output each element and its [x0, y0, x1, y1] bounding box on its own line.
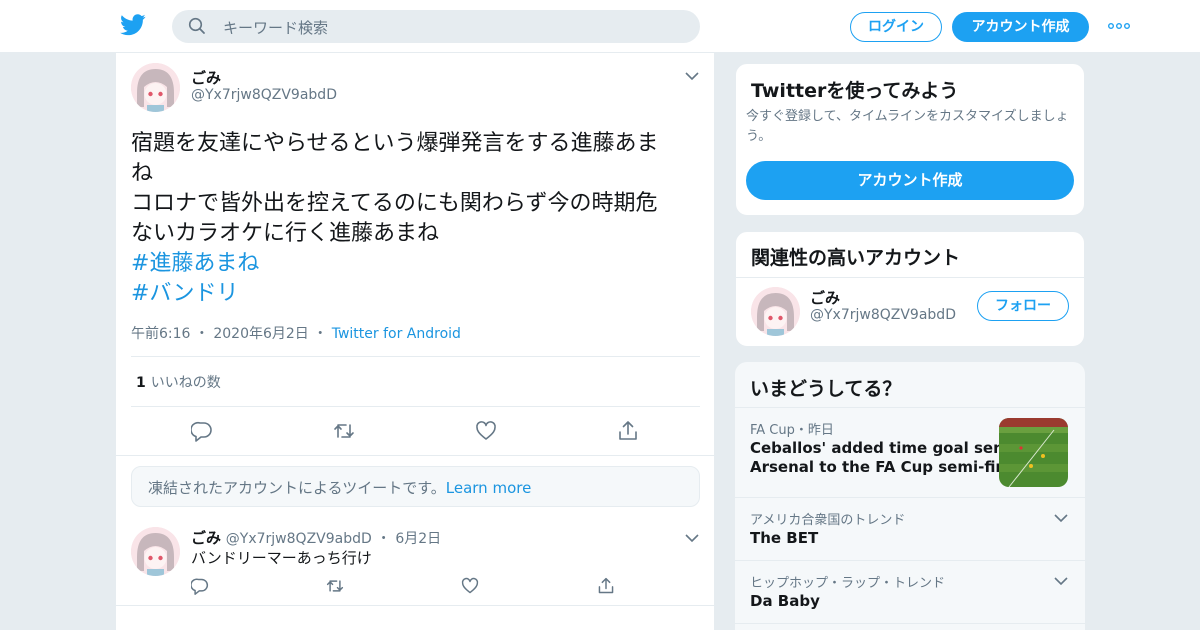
tweet-timestamp: 午前6:16 ・ 2020年6月2日 ・ Twitter for Android — [131, 326, 461, 342]
signup-card-title: Twitterを使ってみよう — [751, 80, 959, 102]
more-options-icon[interactable] — [1108, 23, 1130, 29]
avatar-illustration-icon — [751, 287, 800, 336]
reply-author-handle[interactable]: @Yx7rjw8QZV9abdD — [226, 531, 372, 547]
tweet-text-line: 宿題を友達にやらせるという爆弾発言をする進藤あま — [131, 131, 659, 156]
trend-item-partial — [735, 623, 1085, 630]
twitter-bird-icon[interactable] — [120, 14, 146, 36]
follow-button[interactable]: フォロー — [977, 291, 1069, 321]
trend-meta: ヒップホップ・ラップ・トレンド — [750, 576, 946, 591]
suspended-account-notice: 凍結されたアカウントによるツイートです。Learn more — [131, 466, 700, 507]
related-accounts-card: 関連性の高いアカウント ごみ @Yx7rjw8QZV9abdD フォロー — [735, 231, 1085, 347]
signup-prompt-card: Twitterを使ってみよう 今すぐ登録して、タイムラインをカスタマイズしましょ… — [735, 63, 1085, 216]
tweet-text: 宿題を友達にやらせるという爆弾発言をする進藤あま ね コロナで皆外出を控えてるの… — [131, 129, 706, 309]
share-icon[interactable] — [597, 577, 615, 595]
notice-text: 凍結されたアカウントによるツイートです。 — [148, 479, 446, 497]
reply-header: ごみ @Yx7rjw8QZV9abdD ・ 6月2日 — [191, 529, 442, 547]
tweet-text-line: ね — [131, 161, 154, 186]
trend-meta: FA Cup・昨日 — [750, 423, 834, 438]
tweet-date[interactable]: 2020年6月2日 — [213, 326, 308, 342]
like-count: 1 — [136, 375, 146, 391]
trend-item[interactable]: アメリカ合衆国のトレンド The BET — [735, 497, 1085, 560]
avatar-illustration-icon — [131, 63, 180, 112]
related-account-name[interactable]: ごみ — [810, 287, 840, 308]
reply-icon[interactable] — [191, 577, 209, 595]
like-count-label: いいねの数 — [150, 375, 221, 391]
chevron-down-icon[interactable] — [685, 71, 699, 81]
author-handle[interactable]: @Yx7rjw8QZV9abdD — [191, 87, 337, 103]
reply-date[interactable]: 6月2日 — [395, 531, 441, 547]
related-account-handle[interactable]: @Yx7rjw8QZV9abdD — [810, 307, 956, 323]
chevron-down-icon[interactable] — [685, 533, 699, 543]
divider — [131, 406, 700, 407]
retweet-icon[interactable] — [326, 577, 344, 595]
hashtag-link[interactable]: #バンドリ — [131, 281, 239, 306]
tweet-time[interactable]: 午前6:16 — [131, 326, 190, 342]
login-button[interactable]: ログイン — [850, 12, 942, 42]
share-icon[interactable] — [617, 420, 639, 442]
retweet-icon[interactable] — [333, 420, 355, 442]
trend-name: Da Baby — [750, 592, 820, 610]
trend-name: The BET — [750, 529, 819, 547]
top-nav-bar: キーワード検索 ログイン アカウント作成 — [0, 0, 1200, 53]
reply-icon[interactable] — [191, 420, 213, 442]
reply-text: バンドリーマーあっち行け — [191, 549, 372, 567]
divider — [116, 455, 714, 456]
tweet-text-line: ないカラオケに行く進藤あまね — [131, 221, 440, 246]
search-icon — [188, 17, 205, 34]
tweet-text-line: コロナで皆外出を控えてるのにも関わらず今の時期危 — [131, 191, 658, 216]
search-placeholder: キーワード検索 — [223, 19, 329, 37]
trend-meta: アメリカ合衆国のトレンド — [750, 513, 906, 528]
author-name[interactable]: ごみ — [191, 67, 221, 88]
related-card-title: 関連性の高いアカウント — [751, 247, 961, 269]
signup-card-subtitle: 今すぐ登録して、タイムラインをカスタマイズしましょう。 — [746, 109, 1069, 144]
tweet-source-link[interactable]: Twitter for Android — [332, 326, 461, 342]
avatar[interactable] — [751, 287, 800, 336]
trend-item[interactable]: ヒップホップ・ラップ・トレンド Da Baby — [735, 560, 1085, 623]
divider — [131, 356, 700, 357]
trends-card-title: いまどうしてる？ — [750, 378, 902, 400]
trend-item[interactable]: FA Cup・昨日 Ceballos' added time goal send… — [735, 407, 1085, 497]
reply-author-name[interactable]: ごみ — [191, 529, 221, 547]
avatar-illustration-icon — [131, 527, 180, 576]
trends-card: いまどうしてる？ FA Cup・昨日 Ceballos' added time … — [735, 362, 1085, 630]
tweet-detail-column: ごみ @Yx7rjw8QZV9abdD 宿題を友達にやらせるという爆弾発言をする… — [115, 53, 715, 630]
trend-thumbnail — [999, 418, 1068, 487]
divider — [736, 277, 1084, 278]
learn-more-link[interactable]: Learn more — [446, 479, 532, 497]
avatar[interactable] — [131, 527, 180, 576]
like-count-row[interactable]: 1 いいねの数 — [136, 372, 221, 392]
soccer-field-image-icon — [999, 418, 1068, 487]
like-heart-icon[interactable] — [475, 420, 497, 442]
divider — [116, 605, 714, 606]
trend-name: Ceballos' added time goal sends Arsenal … — [750, 439, 1031, 476]
create-account-button[interactable]: アカウント作成 — [746, 161, 1074, 200]
chevron-down-icon[interactable] — [1054, 576, 1068, 586]
hashtag-link[interactable]: #進藤あまね — [131, 251, 259, 276]
chevron-down-icon[interactable] — [1054, 513, 1068, 523]
like-heart-icon[interactable] — [461, 577, 479, 595]
signup-button[interactable]: アカウント作成 — [952, 12, 1089, 42]
avatar[interactable] — [131, 63, 180, 112]
